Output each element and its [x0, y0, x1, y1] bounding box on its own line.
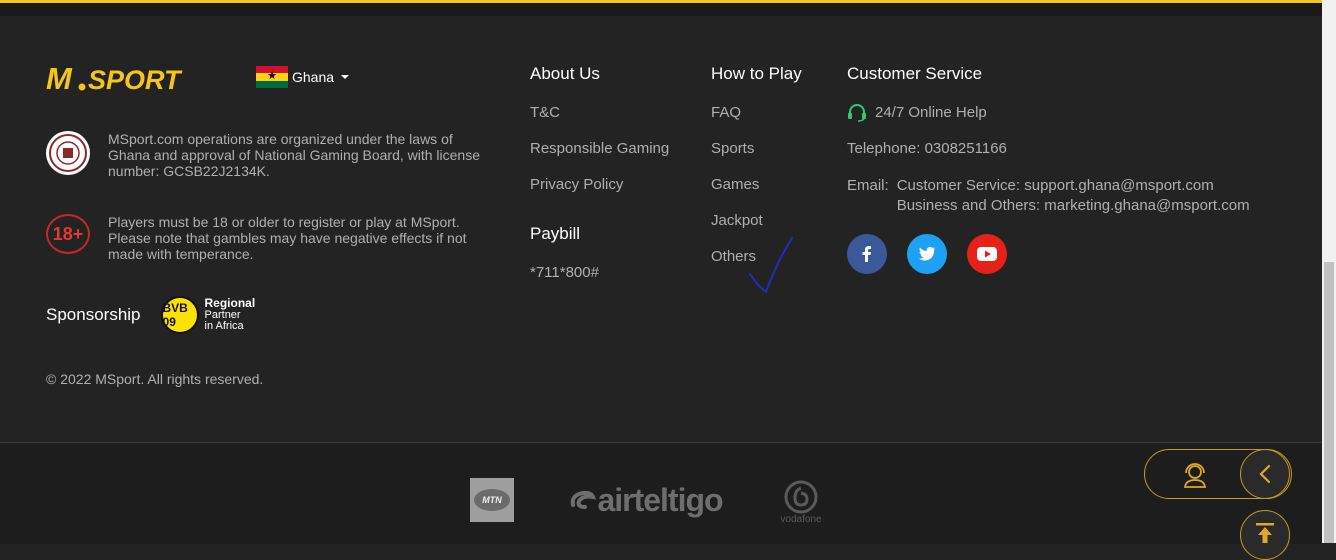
age-info: 18+ Players must be 18 or older to regis… — [46, 214, 488, 262]
link-games[interactable]: Games — [711, 176, 802, 194]
license-text: MSport.com operations are organized unde… — [108, 131, 480, 179]
vodafone-label: vodafone — [780, 513, 822, 525]
link-sports[interactable]: Sports — [711, 140, 802, 158]
facebook-icon[interactable] — [847, 234, 887, 274]
twitter-icon[interactable] — [907, 234, 947, 274]
ghana-flag-icon: ★ — [256, 66, 288, 88]
about-us-title: About Us — [530, 64, 600, 83]
vodafone-logo: vodafone — [776, 478, 826, 526]
country-selector[interactable]: ★ Ghana — [256, 66, 350, 88]
link-responsible-gaming[interactable]: Responsible Gaming — [530, 140, 669, 158]
telephone: Telephone: 0308251166 — [847, 140, 1007, 157]
online-help[interactable]: 24/7 Online Help — [847, 104, 1250, 122]
email-info: Email: Customer Service: support.ghana@m… — [847, 176, 1250, 216]
vodafone-icon — [784, 480, 818, 513]
headset-icon — [848, 104, 866, 122]
customer-service-column: Customer Service 24/7 Online Help Teleph… — [847, 64, 1250, 274]
support-agent-icon — [1183, 463, 1207, 488]
how-to-play-title: How to Play — [711, 64, 802, 83]
caret-down-icon — [341, 75, 350, 79]
svg-text:SPORT: SPORT — [88, 65, 183, 95]
customer-service-float-button[interactable] — [1180, 460, 1210, 490]
about-us-column: About Us T&C Responsible Gaming Privacy … — [530, 64, 669, 300]
email-label: Email: — [847, 177, 889, 194]
airteltigo-label: airteltigo — [597, 481, 723, 518]
link-tnc[interactable]: T&C — [530, 104, 669, 122]
email-business[interactable]: Business and Others: marketing.ghana@msp… — [897, 196, 1250, 216]
svg-text:M: M — [46, 61, 73, 96]
license-info: MSport.com operations are organized unde… — [46, 131, 488, 179]
link-faq[interactable]: FAQ — [711, 104, 802, 122]
paybill-title: Paybill — [530, 224, 581, 243]
mtn-logo: MTN — [470, 478, 514, 522]
link-jackpot[interactable]: Jackpot — [711, 212, 802, 230]
airteltigo-logo: airteltigo — [560, 478, 732, 522]
back-to-top-button[interactable] — [1240, 510, 1290, 560]
youtube-icon[interactable] — [967, 234, 1007, 274]
scrollbar-thumb[interactable] — [1324, 262, 1334, 543]
collapse-panel-button[interactable] — [1240, 449, 1290, 499]
airteltigo-swirl-icon — [571, 490, 597, 509]
customer-service-title: Customer Service — [847, 64, 983, 83]
email-customer-service[interactable]: Customer Service: support.ghana@msport.c… — [897, 176, 1250, 196]
link-privacy-policy[interactable]: Privacy Policy — [530, 176, 669, 194]
partner-line3: in Africa — [204, 320, 244, 332]
top-bar — [0, 0, 1322, 16]
gaming-board-seal-icon — [46, 131, 90, 175]
online-help-label: 24/7 Online Help — [875, 104, 987, 121]
mtn-label: MTN — [474, 489, 510, 511]
sponsorship-label: Sponsorship — [46, 305, 141, 324]
bvb-partner[interactable]: BVB 09 Regional Partner in Africa — [160, 296, 256, 334]
chevron-left-icon — [1259, 464, 1271, 484]
paybill-code: *711*800# — [530, 264, 599, 281]
country-label: Ghana — [292, 69, 335, 85]
checkmark-annotation-icon — [749, 237, 793, 294]
sponsorship: Sponsorship BVB 09 Regional Partner in A… — [46, 296, 255, 334]
age-18-badge: 18+ — [46, 214, 90, 254]
bvb-logo-icon: BVB 09 — [160, 296, 199, 334]
arrow-up-to-top-icon — [1256, 523, 1274, 543]
partner-line1: Regional — [204, 296, 256, 310]
copyright: © 2022 MSport. All rights reserved. — [46, 371, 264, 387]
social-links — [847, 234, 1250, 274]
msport-logo[interactable]: M SPORT — [46, 60, 226, 96]
age-text: Players must be 18 or older to register … — [108, 214, 467, 262]
